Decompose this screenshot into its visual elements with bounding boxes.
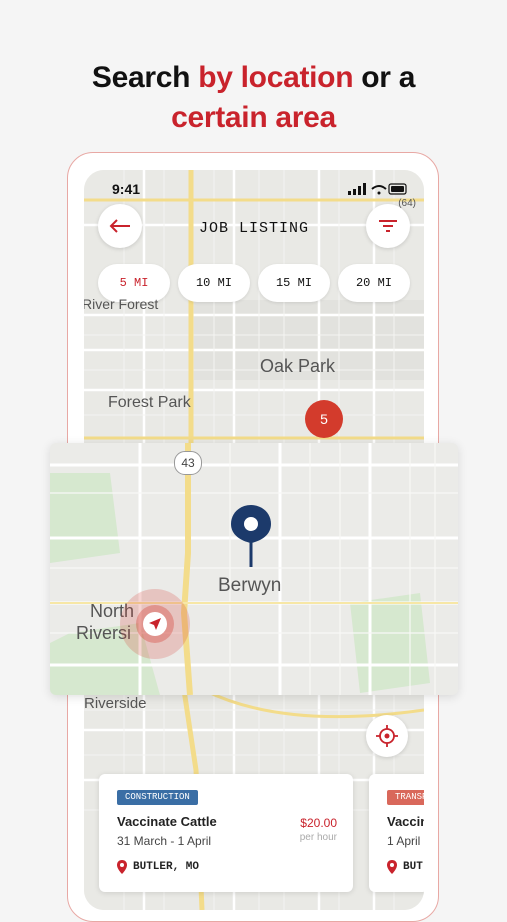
filter-button[interactable] [366,204,410,248]
map-label-river-forest: River Forest [84,296,159,312]
map-label-oak-park: Oak Park [260,356,336,376]
crosshair-icon [376,725,398,747]
map-label-forest-park: Forest Park [108,394,191,411]
job-location-text-2: BUT [403,861,423,873]
job-category-badge: CONSTRUCTION [117,790,198,805]
job-title-2: Vaccin [387,814,424,829]
job-location-2: BUT [387,860,423,874]
job-category-badge-2: TRANSP [387,790,424,805]
zoomed-map [50,443,458,695]
highway-shield: 43 [174,451,202,475]
current-location-marker[interactable] [143,612,167,636]
job-cluster-marker[interactable]: 5 [305,400,343,438]
radius-chip-20[interactable]: 20 MI [338,264,410,302]
job-title: Vaccinate Cattle [117,814,217,829]
map-label-berwyn: Berwyn [218,575,282,596]
headline: Search by location or a certain area [0,58,507,138]
radius-chip-10[interactable]: 10 MI [178,264,250,302]
job-dates: 31 March - 1 April [117,834,212,848]
job-card[interactable]: CONSTRUCTION Vaccinate Cattle 31 March -… [99,774,353,892]
job-price-unit: per hour [299,832,337,843]
location-pin-marker[interactable] [231,505,271,567]
headline-text-2: or a [353,61,416,94]
headline-accent-2: certain area [171,101,336,134]
job-location-text: BUTLER, MO [133,861,200,873]
locate-me-button[interactable] [366,715,408,757]
job-dates-2: 1 April [387,834,421,848]
job-location: BUTLER, MO [117,860,199,874]
map-label-riverside: Riverside [84,695,147,712]
navigation-arrow-icon [149,618,161,630]
filter-icon [379,220,397,232]
job-card-2[interactable]: TRANSP Vaccin 1 April BUT [369,774,424,892]
status-time: 9:41 [112,181,141,197]
headline-accent: by location [198,61,354,94]
location-pin-icon [117,860,127,874]
location-pin-icon [387,860,397,874]
headline-text: Search [91,61,199,94]
radius-chip-15[interactable]: 15 MI [258,264,330,302]
job-price: $20.00 [300,816,337,830]
zoomed-map-panel[interactable]: 43 Berwyn North Riversi [50,443,458,695]
